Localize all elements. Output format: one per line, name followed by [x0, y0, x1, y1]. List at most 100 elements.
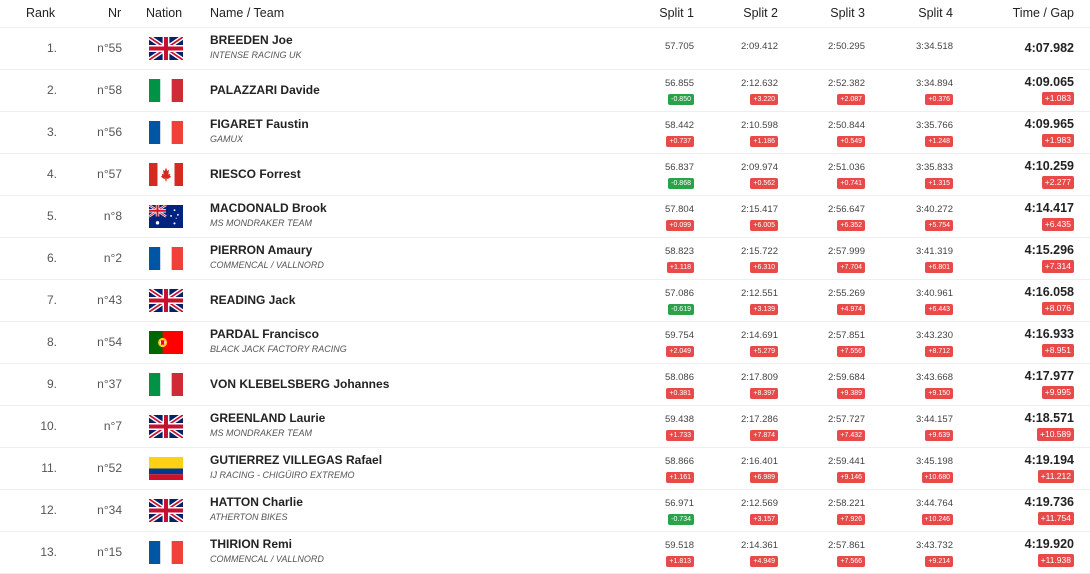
rank-cell: 8.: [46, 335, 57, 349]
header-split-3[interactable]: Split 3: [830, 6, 865, 20]
rider-name[interactable]: PALAZZARI Davide: [210, 83, 320, 97]
rider-name[interactable]: GREENLAND Laurie: [210, 411, 325, 425]
table-row[interactable]: 4. n°57 RIESCO Forrest 56.837 -0.868 2:09.974…: [0, 154, 1090, 196]
finish-time: 4:10.259: [1024, 159, 1074, 173]
split-1-time: 58.442: [664, 120, 694, 131]
rank-cell: 9.: [46, 377, 57, 391]
split-4-time: 3:43.230: [916, 330, 953, 341]
split-2-time: 2:12.632: [741, 78, 778, 89]
team-name: GAMUX: [210, 134, 244, 144]
split-1-time: 59.518: [664, 540, 694, 551]
header-nr[interactable]: Nr: [108, 6, 121, 20]
rider-name[interactable]: GUTIERREZ VILLEGAS Rafael: [210, 453, 382, 467]
finish-time: 4:16.933: [1024, 327, 1074, 341]
split-1-delta-badge: -0.868: [668, 178, 694, 189]
bib-number: n°58: [97, 83, 122, 97]
split-4-time: 3:34.894: [916, 78, 953, 89]
split-1-time: 57.804: [664, 204, 694, 215]
table-row[interactable]: 3. n°56 FIGARET Faustin GAMUX 58.442 +0.737 2:…: [0, 112, 1090, 154]
header-split-1[interactable]: Split 1: [659, 6, 694, 20]
team-name: INTENSE RACING UK: [210, 50, 302, 60]
split-4-time: 3:40.272: [916, 204, 953, 215]
split-2-delta-badge: +1.186: [750, 136, 778, 147]
split-2-time: 2:14.361: [741, 540, 778, 551]
rider-name[interactable]: MACDONALD Brook: [210, 201, 327, 215]
header-name-team[interactable]: Name / Team: [210, 6, 284, 20]
team-name: BLACK JACK FACTORY RACING: [210, 344, 347, 354]
bib-number: n°52: [97, 461, 122, 475]
flag-ca-icon: [149, 163, 183, 186]
table-row[interactable]: 1. n°55 BREEDEN Joe INTENSE RACING UK 57.705…: [0, 28, 1090, 70]
gap-badge: +8.076: [1041, 302, 1074, 315]
split-1-time: 56.855: [664, 78, 694, 89]
split-2-delta-badge: +6.310: [750, 262, 778, 273]
split-2-delta-badge: +5.279: [750, 346, 778, 357]
split-3-time: 2:51.036: [828, 162, 865, 173]
split-4-time: 3:43.668: [916, 372, 953, 383]
split-2-time: 2:12.551: [741, 288, 778, 299]
rider-name[interactable]: HATTON Charlie: [210, 495, 303, 509]
split-3-delta-badge: +9.146: [837, 472, 865, 483]
split-4-delta-badge: +8.712: [925, 346, 953, 357]
gap-badge: +11.938: [1037, 554, 1074, 567]
split-2-delta-badge: +7.874: [750, 430, 778, 441]
table-row[interactable]: 13. n°15 THIRION Remi COMMENCAL / VALLNORD 5…: [0, 532, 1090, 574]
split-3-time: 2:57.861: [828, 540, 865, 551]
rider-name[interactable]: THIRION Remi: [210, 537, 292, 551]
split-3-time: 2:58.221: [828, 498, 865, 509]
team-name: ATHERTON BIKES: [210, 512, 288, 522]
table-row[interactable]: 5. n°8 MACDONALD Brook MS MONDRAKER TEAM 57.…: [0, 196, 1090, 238]
split-4-time: 3:35.766: [916, 120, 953, 131]
rank-cell: 2.: [46, 83, 57, 97]
table-row[interactable]: 9. n°37 VON KLEBELSBERG Johannes 58.086 +0.3…: [0, 364, 1090, 406]
split-1-delta-badge: +1.813: [666, 556, 694, 567]
split-1-delta-badge: -0.734: [668, 514, 694, 525]
table-header: Rank Nr Nation Name / Team Split 1 Split…: [0, 0, 1090, 28]
rider-name[interactable]: READING Jack: [210, 293, 295, 307]
split-2-delta-badge: +0.562: [750, 178, 778, 189]
rider-name[interactable]: FIGARET Faustin: [210, 117, 309, 131]
table-row[interactable]: 7. n°43 READING Jack 57.086 -0.619 2:12.551 +3…: [0, 280, 1090, 322]
rank-cell: 6.: [46, 251, 57, 265]
flag-pt-icon: [149, 331, 183, 354]
split-4-time: 3:44.764: [916, 498, 953, 509]
header-split-4[interactable]: Split 4: [918, 6, 953, 20]
split-3-time: 2:50.844: [828, 120, 865, 131]
gap-badge: +11.754: [1037, 512, 1074, 525]
split-3-delta-badge: +0.549: [837, 136, 865, 147]
rider-name[interactable]: PIERRON Amaury: [210, 243, 312, 257]
split-3-delta-badge: +7.556: [837, 346, 865, 357]
table-row[interactable]: 12. n°34 HATTON Charlie ATHERTON BIKES 56.97…: [0, 490, 1090, 532]
split-4-delta-badge: +6.443: [925, 304, 953, 315]
rider-name[interactable]: RIESCO Forrest: [210, 167, 301, 181]
rank-cell: 11.: [41, 461, 57, 475]
split-3-time: 2:56.647: [828, 204, 865, 215]
gap-badge: +9.995: [1041, 386, 1074, 399]
table-row[interactable]: 6. n°2 PIERRON Amaury COMMENCAL / VALLNORD 5…: [0, 238, 1090, 280]
header-nation[interactable]: Nation: [146, 6, 182, 20]
header-rank[interactable]: Rank: [26, 6, 55, 20]
table-row[interactable]: 8. n°54 PARDAL Francisco BLACK JACK FACTORY…: [0, 322, 1090, 364]
split-4-delta-badge: +9.214: [925, 556, 953, 567]
rider-name[interactable]: PARDAL Francisco: [210, 327, 319, 341]
split-3-delta-badge: +4.974: [837, 304, 865, 315]
split-3-time: 2:55.269: [828, 288, 865, 299]
finish-time: 4:16.058: [1024, 285, 1074, 299]
split-4-delta-badge: +1.248: [925, 136, 953, 147]
header-split-2[interactable]: Split 2: [743, 6, 778, 20]
split-1-delta-badge: +2.049: [666, 346, 694, 357]
header-time-gap[interactable]: Time / Gap: [1013, 6, 1074, 20]
rider-name[interactable]: VON KLEBELSBERG Johannes: [210, 377, 389, 391]
table-row[interactable]: 10. n°7 GREENLAND Laurie MS MONDRAKER TEAM 5…: [0, 406, 1090, 448]
split-4-delta-badge: +9.639: [925, 430, 953, 441]
split-3-time: 2:52.382: [828, 78, 865, 89]
table-row[interactable]: 11. n°52 GUTIERREZ VILLEGAS Rafael IJ RACIN…: [0, 448, 1090, 490]
split-2-time: 2:15.417: [741, 204, 778, 215]
flag-fr-icon: [149, 541, 183, 564]
flag-gb-icon: [149, 289, 183, 312]
split-2-time: 2:09.974: [741, 162, 778, 173]
rider-name[interactable]: BREEDEN Joe: [210, 33, 293, 47]
split-4-time: 3:45.198: [916, 456, 953, 467]
table-row[interactable]: 2. n°58 PALAZZARI Davide 56.855 -0.850 2:12.6…: [0, 70, 1090, 112]
split-2-time: 2:09.412: [741, 41, 778, 52]
